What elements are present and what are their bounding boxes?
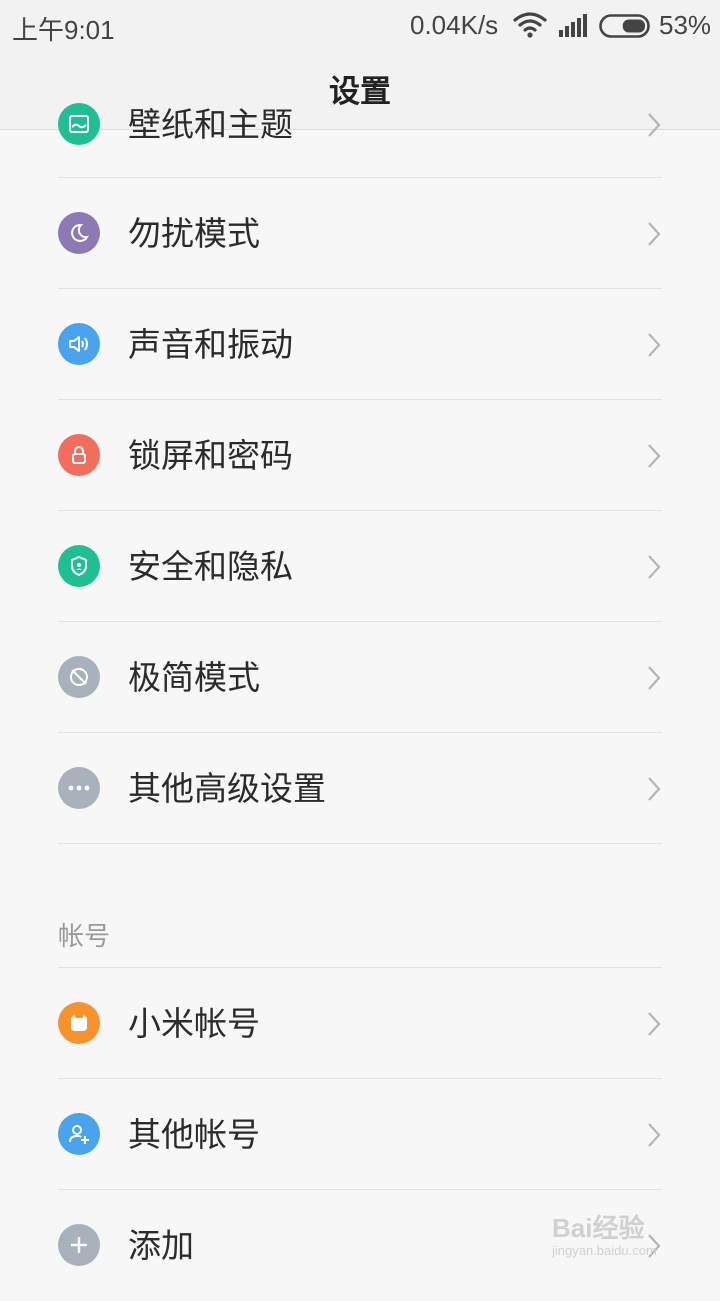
settings-item-label: 安全和隐私 — [128, 547, 293, 586]
status-bar: 上午9:01 0.04K/s 53% — [0, 0, 720, 52]
settings-list: 壁纸和主题 勿扰模式 声音和振动 锁屏和密码 安全和隐私 极简模式 其他高级设置 — [0, 103, 720, 1301]
moon-icon — [58, 212, 100, 254]
battery-percent: 53% — [659, 10, 712, 40]
network-speed: 0.04K/s — [410, 10, 499, 40]
watermark-url: jingyan.baidu.com — [552, 1243, 657, 1258]
chevron-right-icon — [646, 111, 662, 143]
mi-account-icon — [58, 1002, 100, 1044]
status-time: 上午9:01 — [12, 15, 115, 45]
settings-item-other-accounts[interactable]: 其他帐号 — [0, 1079, 720, 1190]
section-header-account: 帐号 — [0, 844, 720, 968]
settings-item-wallpaper[interactable]: 壁纸和主题 — [0, 68, 720, 178]
settings-item-sound-vibration[interactable]: 声音和振动 — [0, 289, 720, 400]
settings-item-label: 声音和振动 — [128, 325, 293, 364]
add-icon — [58, 1224, 100, 1266]
battery-icon — [599, 13, 653, 46]
settings-item-mi-account[interactable]: 小米帐号 — [0, 968, 720, 1079]
settings-item-label: 其他高级设置 — [128, 769, 326, 808]
settings-item-label: 锁屏和密码 — [128, 436, 293, 475]
wallpaper-icon — [58, 103, 100, 145]
lock-icon — [58, 434, 100, 476]
chevron-right-icon — [646, 1121, 662, 1153]
settings-item-label: 极简模式 — [128, 658, 260, 697]
settings-item-minimal-mode[interactable]: 极简模式 — [0, 622, 720, 733]
baidu-watermark: Bai经验 jingyan.baidu.com — [552, 1208, 657, 1258]
settings-item-advanced[interactable]: 其他高级设置 — [0, 733, 720, 844]
add-user-icon — [58, 1113, 100, 1155]
chevron-right-icon — [646, 664, 662, 696]
chevron-right-icon — [646, 1010, 662, 1042]
chevron-right-icon — [646, 220, 662, 252]
speaker-icon — [58, 323, 100, 365]
settings-item-label: 壁纸和主题 — [128, 105, 293, 144]
chevron-right-icon — [646, 331, 662, 363]
wifi-icon — [513, 11, 547, 46]
settings-item-security-privacy[interactable]: 安全和隐私 — [0, 511, 720, 622]
chevron-right-icon — [646, 553, 662, 585]
watermark-text: Bai经验 — [552, 1213, 645, 1243]
shield-icon — [58, 545, 100, 587]
settings-item-lock-screen[interactable]: 锁屏和密码 — [0, 400, 720, 511]
minimal-mode-icon — [58, 656, 100, 698]
settings-item-label: 小米帐号 — [128, 1004, 260, 1043]
settings-item-label: 添加 — [128, 1226, 194, 1265]
section-title: 帐号 — [58, 922, 111, 952]
more-icon — [58, 767, 100, 809]
cell-signal-icon — [558, 14, 588, 45]
chevron-right-icon — [646, 442, 662, 474]
settings-item-label: 其他帐号 — [128, 1115, 260, 1154]
settings-item-label: 勿扰模式 — [128, 214, 260, 253]
settings-item-do-not-disturb[interactable]: 勿扰模式 — [0, 178, 720, 289]
chevron-right-icon — [646, 775, 662, 807]
